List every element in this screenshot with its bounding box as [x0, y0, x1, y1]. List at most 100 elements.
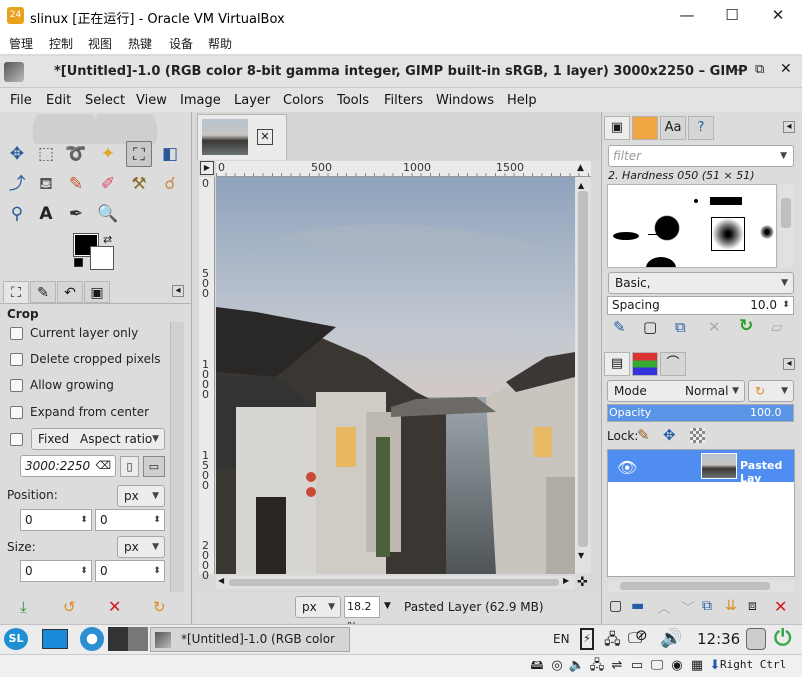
taskbar-window-button[interactable]: *[Untitled]-1.0 (RGB color ...	[150, 627, 350, 660]
menu-image[interactable]: Image	[180, 93, 221, 108]
tool-options-tab-icon[interactable]: ⛶	[3, 281, 29, 303]
vbox-menu-manage[interactable]: 管理	[9, 35, 33, 52]
panel-menu-icon[interactable]: ◂	[172, 285, 184, 297]
blend-mode-select[interactable]: Mode Normal ▼	[607, 380, 745, 402]
clone-tool-icon[interactable]: ⚒	[126, 171, 152, 197]
bucket-fill-tool-icon[interactable]: ⛾	[33, 171, 59, 197]
cpu-icon[interactable]: ▦	[688, 655, 706, 677]
landscape-button[interactable]: ▭	[143, 456, 165, 477]
network-adapter-icon[interactable]: 🖧	[588, 655, 606, 677]
open-as-image-icon[interactable]: ▱	[771, 318, 783, 336]
new-layer-group-icon[interactable]: ▬	[631, 598, 644, 614]
image-canvas[interactable]	[216, 177, 575, 574]
portrait-button[interactable]: ▯	[120, 456, 139, 477]
horizontal-scroll-thumb[interactable]	[229, 579, 559, 586]
menu-windows[interactable]: Windows	[436, 93, 494, 108]
shared-folder-icon[interactable]: ▭	[628, 655, 646, 677]
device-status-tab-icon[interactable]: ✎	[30, 281, 56, 303]
layer-list-hscroll[interactable]	[608, 580, 794, 592]
menu-layer[interactable]: Layer	[234, 93, 270, 108]
delete-layer-icon[interactable]: ✕	[774, 597, 787, 616]
browser-icon[interactable]	[80, 627, 104, 651]
menu-filters[interactable]: Filters	[384, 93, 423, 108]
current-layer-only-checkbox[interactable]	[10, 327, 23, 340]
lock-pixels-icon[interactable]: ✎	[637, 426, 650, 444]
spinner-icon[interactable]: ⬍	[77, 510, 91, 530]
menu-file[interactable]: File	[10, 93, 32, 108]
spinner-icon[interactable]: ⬍	[150, 561, 164, 581]
patterns-tab-icon[interactable]	[632, 116, 658, 140]
vertical-scrollbar[interactable]: ▲ ▲ ▼	[575, 163, 591, 574]
rect-select-tool-icon[interactable]: ⬚	[33, 141, 59, 167]
vbox-menu-help[interactable]: 帮助	[208, 35, 232, 52]
start-menu-icon[interactable]: SL	[4, 628, 28, 650]
close-image-icon[interactable]: ✕	[257, 129, 273, 145]
layer-list-scroll-thumb[interactable]	[620, 582, 770, 590]
lasso-tool-icon[interactable]: ➰	[63, 141, 89, 167]
scroll-right-icon[interactable]: ▶	[563, 576, 569, 585]
battery-icon[interactable]: ⚡	[580, 628, 594, 650]
allow-growing-checkbox[interactable]	[10, 379, 23, 392]
fuzzy-select-tool-icon[interactable]: ✦	[95, 141, 121, 167]
merge-layer-icon[interactable]: ⧈	[748, 598, 757, 614]
spinner-icon[interactable]: ⬍	[779, 296, 793, 314]
brush-filter-input[interactable]: filter ▼	[608, 145, 794, 167]
horizontal-scrollbar[interactable]: ◀ ▶	[216, 576, 575, 589]
brush-scroll-thumb[interactable]	[781, 198, 791, 228]
vertical-scroll-thumb[interactable]	[578, 191, 588, 547]
maximize-button[interactable]: ☐	[717, 4, 747, 26]
eraser-tool-icon[interactable]: ✐	[95, 171, 121, 197]
menu-colors[interactable]: Colors	[283, 93, 324, 108]
layers-tab-icon[interactable]: ▤	[604, 352, 630, 376]
menu-view[interactable]: View	[136, 93, 167, 108]
ratio-input[interactable]: 3000:2250 ⌫	[20, 455, 116, 477]
delete-brush-icon[interactable]: ✕	[708, 318, 721, 336]
warp-tool-icon[interactable]: ⤴	[4, 171, 30, 197]
crop-tool-icon[interactable]: ⛶	[126, 141, 152, 167]
clock[interactable]: 12:36	[697, 630, 740, 648]
fonts-tab-icon[interactable]: Aa	[660, 116, 686, 140]
volume-icon[interactable]: 🔊	[660, 628, 682, 649]
restore-options-icon[interactable]: ↺	[63, 598, 76, 616]
size-h-input[interactable]: 0 ⬍	[95, 560, 165, 582]
delete-options-icon[interactable]: ✕	[108, 597, 121, 616]
gimp-minimize-button[interactable]: –	[734, 62, 741, 78]
background-color-swatch[interactable]	[90, 246, 114, 270]
audio-icon[interactable]: 🔈	[568, 655, 586, 677]
composite-mode-select[interactable]: ↻ ▼	[748, 380, 794, 402]
vbox-menu-view[interactable]: 视图	[88, 35, 112, 52]
layer-name[interactable]: Pasted Lay	[740, 459, 802, 485]
menu-tools[interactable]: Tools	[337, 93, 369, 108]
smudge-tool-icon[interactable]: ☌	[157, 171, 183, 197]
color-picker-tool-icon[interactable]: ✒	[63, 201, 89, 227]
vbox-menu-hotkeys[interactable]: 热键	[128, 35, 152, 52]
move-tool-icon[interactable]: ✥	[4, 141, 30, 167]
spinner-icon[interactable]: ⬍	[77, 561, 91, 581]
help-tab-icon[interactable]: ?	[688, 116, 714, 140]
duplicate-layer-icon[interactable]: ⧉	[702, 598, 712, 614]
new-brush-icon[interactable]: ▢	[643, 318, 657, 336]
lock-alpha-icon[interactable]	[690, 428, 705, 443]
raise-layer-icon[interactable]: ︿	[657, 598, 671, 618]
lock-position-icon[interactable]: ✥	[663, 426, 676, 444]
gimp-close-button[interactable]: ✕	[780, 61, 792, 77]
save-options-icon[interactable]: ⤓	[20, 598, 27, 616]
brush-tag-select[interactable]: Basic, ▼	[608, 272, 794, 294]
gimp-restore-button[interactable]: ⧉	[755, 62, 764, 77]
spinner-icon[interactable]: ⬍	[150, 510, 164, 530]
usb-icon[interactable]: ⇌	[608, 655, 626, 677]
quick-mask-corner-icon[interactable]: ▶	[200, 161, 214, 175]
optical-drive-icon[interactable]: ◎	[548, 655, 566, 677]
scroll-up-icon[interactable]: ▲	[578, 181, 584, 190]
network-icon[interactable]: 🖧	[604, 629, 621, 654]
transform-tool-icon[interactable]: ◧	[157, 141, 183, 167]
size-w-input[interactable]: 0 ⬍	[20, 560, 92, 582]
brushes-panel-menu-icon[interactable]: ◂	[783, 121, 795, 133]
expand-center-checkbox[interactable]	[10, 406, 23, 419]
tool-options-scrollbar[interactable]	[170, 322, 184, 592]
vbox-menu-devices[interactable]: 设备	[169, 35, 193, 52]
minimize-button[interactable]: —	[672, 4, 702, 26]
removable-media-icon[interactable]	[746, 628, 766, 650]
anchor-layer-icon[interactable]: ⇊	[725, 598, 737, 614]
zoom-dropdown-icon[interactable]: ▼	[384, 601, 391, 611]
